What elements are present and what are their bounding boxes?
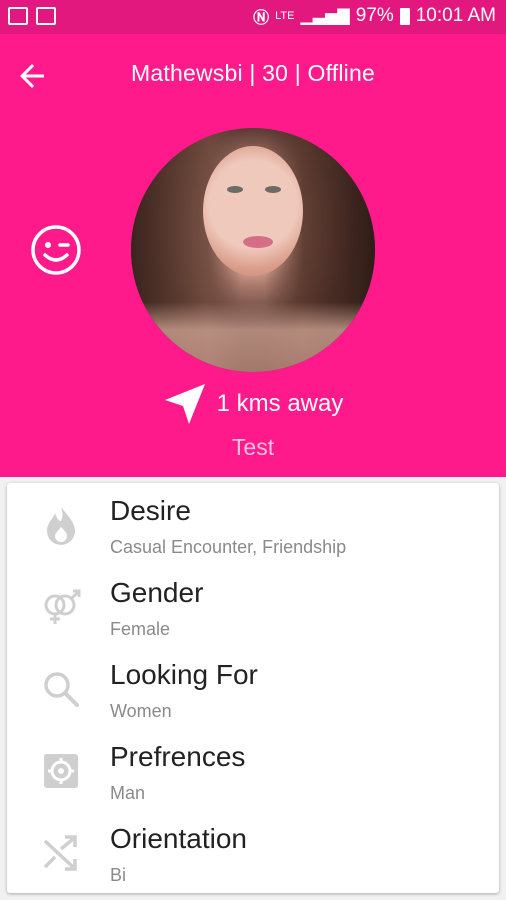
detail-value: Women <box>110 701 172 721</box>
settings-icon <box>44 754 78 788</box>
detail-label: Desire <box>110 495 191 526</box>
detail-row-orientation: Orientation Bi <box>7 811 499 893</box>
signal-icon: ▁▃▅▇ <box>300 8 350 25</box>
profile-details-card: Desire Casual Encounter, Friendship Gend… <box>7 483 499 893</box>
detail-value: Man <box>110 783 146 803</box>
detail-label: Looking For <box>110 659 258 690</box>
gmail-icon <box>8 7 28 25</box>
navigation-arrow-icon <box>164 384 205 424</box>
gallery-icon <box>36 7 56 25</box>
status-bar: Ⓝ LTE ▁▃▅▇ 97% 10:01 AM <box>0 0 506 34</box>
clock: 10:01 AM <box>415 5 496 26</box>
flame-icon <box>47 507 75 545</box>
distance-text: 1 kms away <box>216 390 344 417</box>
detail-row-preferences: Prefrences Man <box>7 729 499 811</box>
wink-icon[interactable] <box>30 224 82 276</box>
distance-indicator: 1 kms away <box>0 382 506 426</box>
nfc-icon: Ⓝ <box>253 10 270 27</box>
detail-value: Female <box>110 619 171 639</box>
detail-label: Orientation <box>110 823 247 854</box>
battery-icon <box>399 7 410 25</box>
profile-photo[interactable] <box>131 128 375 372</box>
search-icon <box>44 672 79 707</box>
battery-percent: 97% <box>355 5 394 26</box>
system-indicators: Ⓝ LTE ▁▃▅▇ 97% 10:01 AM <box>253 4 496 28</box>
detail-row-desire: Desire Casual Encounter, Friendship <box>7 483 499 565</box>
detail-value: Casual Encounter, Friendship <box>110 537 347 557</box>
detail-row-looking-for: Looking For Women <box>7 647 499 729</box>
shuffle-icon <box>43 835 77 871</box>
lte-label: LTE <box>275 10 295 22</box>
page-title: Mathewsbi | 30 | Offline <box>131 60 375 86</box>
detail-label: Prefrences <box>110 741 246 772</box>
detail-row-gender: Gender Female <box>7 565 499 647</box>
status-message: Test <box>231 434 275 460</box>
detail-label: Gender <box>110 577 204 608</box>
notification-icons <box>8 7 56 25</box>
gender-symbols-icon <box>44 589 81 624</box>
profile-header: Mathewsbi | 30 | Offline 1 kms away Test <box>0 34 506 477</box>
detail-value: Bi <box>110 865 127 885</box>
